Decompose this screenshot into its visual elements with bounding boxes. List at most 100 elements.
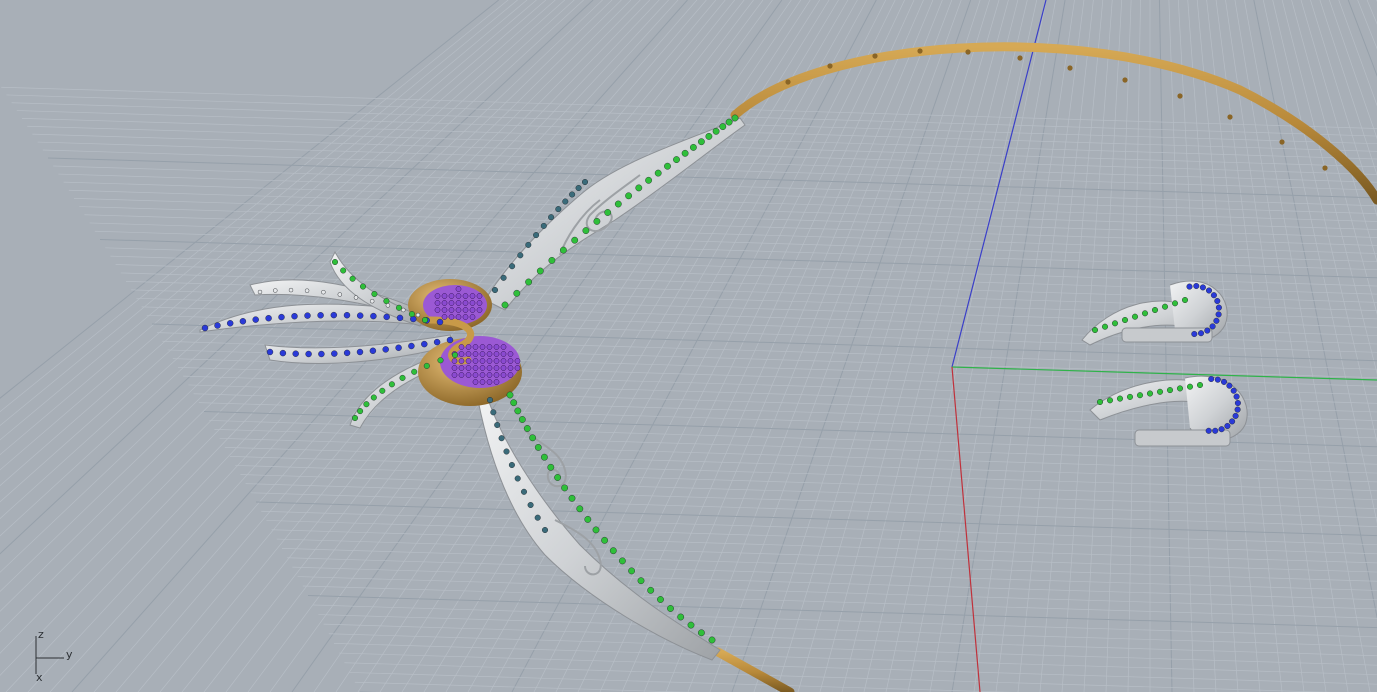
earring-gem [1171,300,1178,307]
gem-stone [592,526,600,534]
purple-gem [458,344,465,350]
gem-stone [521,488,528,495]
gem-stone [637,577,645,585]
purple-gem [486,372,493,378]
purple-gem [469,314,476,320]
earring-gem [1212,427,1219,434]
gem-stone [518,416,526,423]
grid-line [47,157,1377,199]
gem-stone [614,200,622,208]
grid-line [1357,0,1377,50]
gem-stone [369,347,377,354]
gem-stone [673,156,680,164]
grid-line [1187,0,1239,692]
earring-gem [1230,387,1237,394]
3d-scene[interactable] [0,0,1377,692]
gem-stone [379,387,386,394]
grid-line [318,614,1377,647]
gem-stone [332,259,339,266]
gem-stone [343,349,351,357]
gem-stone [582,178,589,185]
gem-stone [487,397,494,404]
gem-stone [548,214,555,221]
gem-stone [687,621,695,629]
purple-gem [493,379,500,385]
gem-stone [571,236,579,244]
earring-gem [1234,406,1241,413]
gem-stone [568,494,576,502]
purple-gem [476,300,483,306]
purple-gem [472,365,479,371]
purple-gem [479,344,486,350]
earring-upper[interactable] [1081,280,1228,346]
grid-line [255,501,1377,537]
purple-gem [479,365,486,371]
earring-gem [1106,397,1113,404]
purple-gem [458,351,465,357]
band-bead [1067,65,1073,71]
earring-gem [1141,310,1148,317]
gem-stone [353,295,359,300]
gem-stone [304,312,311,319]
purple-gem [486,379,493,385]
purple-gem [448,300,455,306]
gem-stone [408,342,415,350]
earring-gem [1205,287,1212,294]
purple-gem [458,365,465,371]
grid-line [1105,0,1132,692]
grid-line [235,465,1377,501]
gem-stone [503,448,510,455]
purple-gem [493,344,500,350]
gold-neck-band-lower[interactable] [713,647,795,692]
gem-stone [561,484,568,492]
gem-stone [514,407,522,415]
band-bead [785,79,791,85]
gem-stone [401,307,406,313]
purple-gem [493,358,500,364]
grid-line [266,520,1377,555]
axis-gizmo-x-label: x [36,671,43,684]
gem-stone [317,312,324,319]
grid-line [1,86,1377,129]
gem-stone [291,313,298,320]
gem-stone [619,557,626,565]
earring-gem [1111,320,1118,327]
earring-gem [1208,376,1215,383]
grid-line [302,585,1377,619]
gem-stone [257,289,263,295]
gem-stone [273,288,278,293]
gem-stone [437,357,444,364]
earring-gem [1214,376,1221,383]
earring-gem [1193,283,1200,290]
grid-line [307,595,1377,629]
gold-neck-band[interactable] [730,42,1377,205]
gem-stone [422,317,429,324]
band-bead [1017,55,1023,61]
grid-line [224,446,1377,483]
grid-line [287,557,1377,591]
earring-gem [1197,330,1204,337]
purple-gem [500,365,507,371]
earring-gem [1136,392,1143,399]
gem-stone [357,312,364,319]
band-bead [1322,165,1328,171]
earring-gem [1161,303,1168,310]
grid-line [1127,0,1141,692]
grid-line [1347,0,1377,77]
earring-gem [1224,423,1231,430]
gem-stone [525,241,532,248]
gem-stone [371,291,378,298]
grid-line [6,94,1377,137]
rhino-perspective-viewport[interactable]: z y x [0,0,1377,692]
gem-stone [360,283,367,290]
purple-gem [458,358,465,364]
grid-line [995,0,1085,692]
grid-line [1196,0,1261,692]
gem-stone [533,232,540,239]
lower-arm-silver[interactable] [477,388,721,661]
gem-stone [635,184,643,192]
purple-gem [441,307,448,313]
purple-gem [434,293,441,299]
grid-line [99,239,1377,279]
grid-line [63,181,1377,222]
